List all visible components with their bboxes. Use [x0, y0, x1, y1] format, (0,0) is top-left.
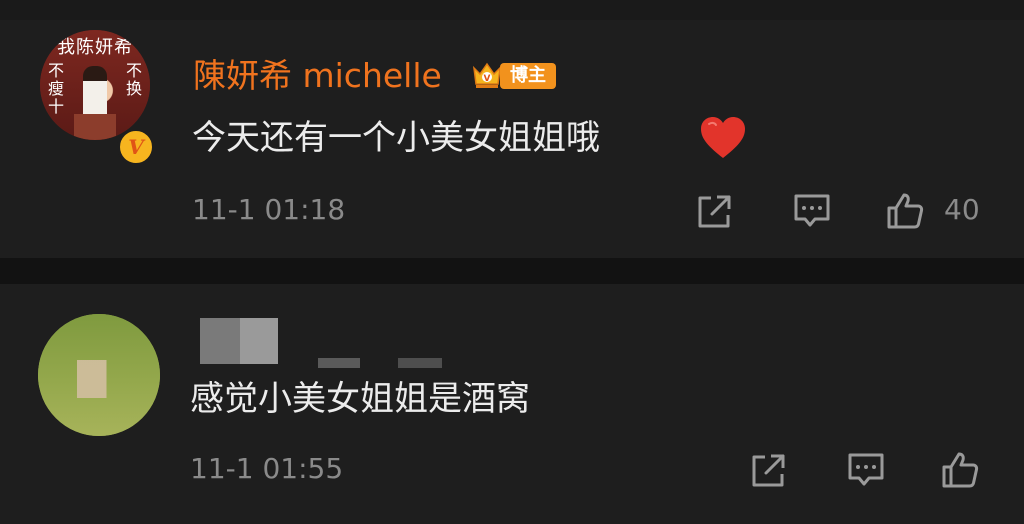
timestamp: 11-1 01:18	[192, 193, 346, 226]
crown-icon: V	[472, 62, 502, 88]
share-icon[interactable]	[749, 450, 789, 490]
avatar-podium	[74, 114, 116, 140]
avatar[interactable]: 我陈妍希 不瘦十 不换	[40, 30, 150, 140]
avatar-person	[83, 66, 107, 116]
timestamp: 11-1 01:55	[190, 452, 344, 485]
like-icon[interactable]	[940, 450, 980, 490]
verified-badge-icon: V	[117, 128, 155, 166]
like-count: 40	[944, 193, 980, 226]
comment-text: 今天还有一个小美女姐姐哦	[192, 118, 600, 158]
svg-text:V: V	[484, 74, 491, 84]
avatar-pixelated-image	[38, 314, 160, 436]
avatar-left-text: 不瘦十	[47, 61, 64, 116]
blogger-badge: V 博主	[470, 58, 556, 92]
blogger-label: 博主	[500, 63, 556, 89]
username-redacted	[318, 358, 360, 368]
username-redacted	[200, 318, 240, 364]
top-divider	[0, 0, 1024, 20]
share-icon[interactable]	[695, 191, 735, 231]
avatar-right-text: 不换	[125, 61, 142, 98]
avatar[interactable]	[38, 314, 160, 436]
username[interactable]: 陳妍希 michelle	[193, 56, 442, 96]
username-redacted	[240, 318, 278, 364]
username-redacted	[398, 358, 442, 368]
comment-text: 感觉小美女姐姐是酒窝	[190, 379, 530, 419]
section-divider	[0, 258, 1024, 284]
comment-icon[interactable]	[846, 450, 886, 490]
comment-feed: 我陈妍希 不瘦十 不换 V 陳妍希 michelle V 博主 今天还有一个小美…	[0, 0, 1024, 524]
comment-icon[interactable]	[792, 191, 832, 231]
avatar-banner-text: 我陈妍希	[57, 37, 133, 58]
heart-icon	[701, 117, 745, 158]
like-icon[interactable]	[885, 191, 925, 231]
